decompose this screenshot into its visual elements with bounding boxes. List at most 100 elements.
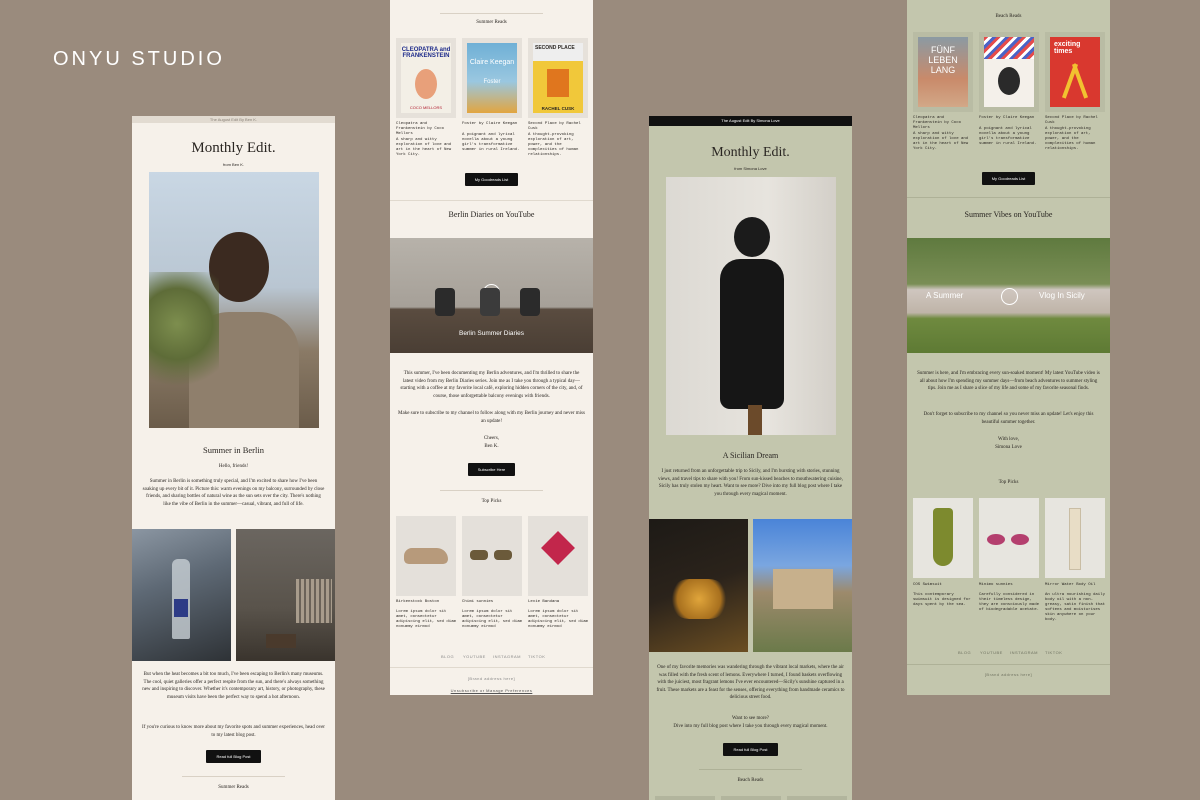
newsletter-ben-part2: Summer Reads CLEOPATRA and FRANKENSTEIN … [390,0,593,695]
body-paragraph-1: I just returned from an unforgettable tr… [658,469,843,497]
author-line: from Ben K. [222,162,245,167]
book-cover-title: SECOND PLACE [535,45,575,51]
signature: Ben K. [484,444,499,449]
newsletter-ben-part1: The August Edit By Ben K. Monthly Edit. … [132,116,335,800]
pick-card-1[interactable] [913,498,973,578]
next-section-heading: Beach Reads [737,778,764,783]
book-cover-author: Foster [483,79,501,85]
goodreads-button[interactable]: My Goodreads List [981,172,1036,185]
pick-card-1[interactable] [396,516,456,596]
newsletter-simona-part2: Beach Reads FÜNF LEBEN LANG exciting tim… [907,0,1110,695]
book-title-2: Foster by Claire Keegan [979,116,1035,120]
sunglasses-lens-left [470,550,488,560]
body-paragraph-1: Summer in Berlin is something truly spec… [142,479,325,507]
next-section-heading: Summer Reads [218,785,249,790]
book-desc-1: A sharp and witty exploration of love an… [396,138,452,157]
goodreads-button[interactable]: My Goodreads List [464,173,519,186]
video-thumbnail[interactable]: Berlin Summer Diaries [390,238,593,353]
read-blog-button[interactable]: Read full Blog Post [206,750,261,763]
read-blog-button[interactable]: Read full Blog Post [723,743,778,756]
footer-link-youtube[interactable]: YOUTUBE [463,654,486,659]
book-title-2: Foster by Claire Keegan [462,122,518,126]
museum-gallery-image [236,529,335,661]
newsletter-title: Monthly Edit. [711,145,790,160]
footer-link-blog[interactable]: BLOG [958,650,971,655]
book-card-2[interactable] [979,32,1039,112]
pick-desc-2: Lorem ipsum dolor sit amet, consectetur … [462,610,523,629]
footer-link-blog[interactable]: BLOG [441,654,454,659]
book-card-peek [721,796,781,800]
pick-card-3[interactable] [528,516,588,596]
signoff: Cheers, [483,436,500,441]
book-card-3[interactable]: SECOND PLACE RACHEL CUSK [528,38,588,118]
book-card-2[interactable]: Claire Keegan Foster [462,38,522,118]
book-cover-3: SECOND PLACE RACHEL CUSK [533,43,583,113]
book-card-3[interactable]: exciting times [1045,32,1105,112]
body-paragraph-2: Don't forget to subscribe to my channel … [923,412,1094,425]
sicily-town-image [753,519,852,652]
footer-link-tiktok[interactable]: TIKTOK [1045,650,1062,655]
subscribe-button[interactable]: Subscribe Here [467,463,516,476]
footer-link-instagram[interactable]: INSTAGRAM [493,654,521,659]
building [773,569,833,609]
book-desc-2: A poignant and lyrical novella about a y… [462,133,520,152]
body-paragraph-3: Want to see more? [732,716,769,721]
youtube-heading: Summer Vibes on YouTube [964,210,1053,219]
pick-name-1: Birkenstock Boston [396,600,440,604]
pick-card-2[interactable] [979,498,1039,578]
book-cover-author: RACHEL CUSK [541,106,575,111]
clog-image [404,548,448,564]
divider [440,490,543,491]
topbar: The August Edit By Simona Love [649,116,852,126]
book-cover-author: COCO MELLORS [409,105,443,110]
pick-desc-1: This contemporary swimsuit is designed f… [913,593,971,607]
body-paragraph-2: But when the heat becomes a bit too much… [142,672,325,700]
hero-portrait-image [149,172,319,428]
book-cover-title: CLEOPATRA and FRANKENSTEIN [401,47,451,59]
portrait-dress [720,259,784,409]
book-card-1[interactable]: FÜNF LEBEN LANG [913,32,973,112]
book-card-1[interactable]: CLEOPATRA and FRANKENSTEIN COCO MELLORS [396,38,456,118]
play-icon[interactable] [1001,288,1018,305]
picks-heading: Top Picks [481,499,502,504]
pick-desc-3: Lorem ipsum dolor sit amet, consectetur … [528,610,589,629]
pick-card-2[interactable] [462,516,522,596]
hero-portrait-image [666,177,836,435]
book-card-peek [787,796,847,800]
pick-card-3[interactable] [1045,498,1105,578]
reads-heading: Beach Reads [995,14,1022,19]
pick-name-3: Mirror Water Body Oil [1045,583,1096,587]
video-thumbnail[interactable]: A Summer Vlog In Sicily [907,238,1110,353]
body-oil-image [1069,508,1081,570]
pick-desc-3: An ultra nourishing daily body oil with … [1045,593,1106,622]
newsletter-simona-part1: The August Edit By Simona Love Monthly E… [649,116,852,800]
footer-link-youtube[interactable]: YOUTUBE [980,650,1003,655]
pick-desc-2: Carefully considered in their timeless d… [979,593,1040,612]
book-cover-2: Claire Keegan Foster [467,43,517,113]
pick-name-2: Chimi sunnies [462,600,494,604]
pick-name-2: Minimo sunnies [979,583,1013,587]
swimsuit-image [933,508,953,566]
footer-link-tiktok[interactable]: TIKTOK [528,654,545,659]
book-desc-3: A thought-provoking exploration of art, … [1045,127,1096,151]
youtube-heading: Berlin Diaries on YouTube [448,210,535,219]
unsubscribe-link[interactable]: Unsubscribe or Manage Preferences [390,688,593,693]
book-desc-3: A thought-provoking exploration of art, … [528,133,579,157]
book-cover-title: Claire Keegan [469,59,515,66]
section-title: Summer in Berlin [203,445,264,455]
book-cover-2 [984,37,1034,107]
footer-link-instagram[interactable]: INSTAGRAM [1010,650,1038,655]
cyclist [520,288,540,316]
topbar: The August Edit By Ben K. [132,116,335,123]
book-title-1: Cleopatra and Frankenstein by Coco Mello… [913,116,962,130]
book-cover-1: FÜNF LEBEN LANG [918,37,968,107]
divider [699,769,802,770]
book-cover-3: exciting times [1050,37,1100,107]
video-caption: Berlin Summer Diaries [458,330,525,337]
author-line: from Simona Love [734,166,767,171]
signature: Simona Love [995,445,1022,450]
bandana-image [541,531,575,565]
book-title-3: Second Place by Rachel Cusk [528,122,581,131]
divider [440,13,543,14]
gallery-frames [296,579,332,623]
